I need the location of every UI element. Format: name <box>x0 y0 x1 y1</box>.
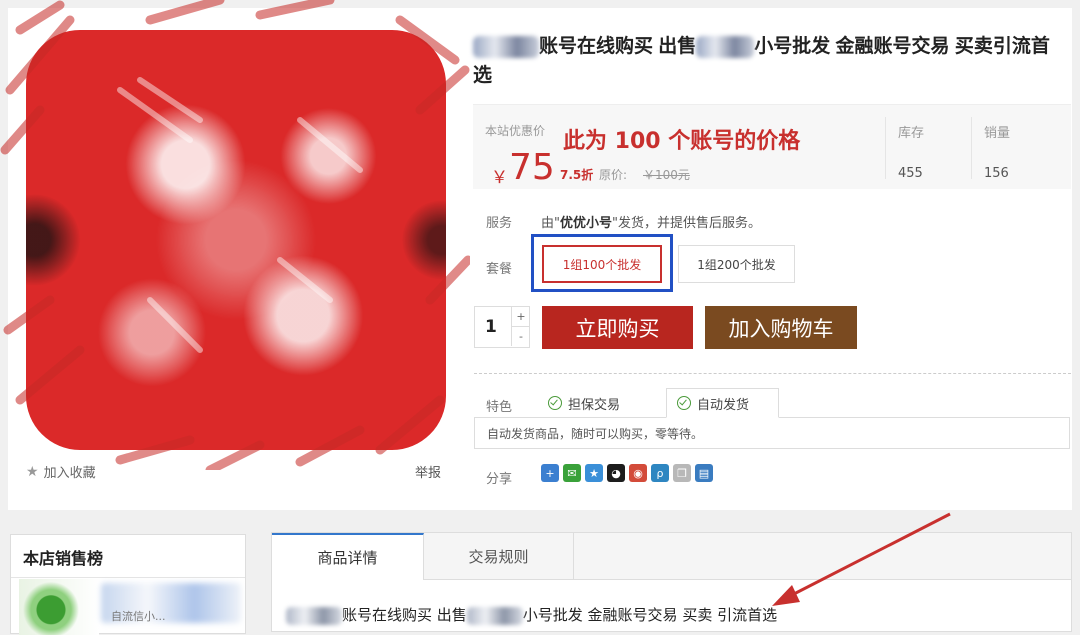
detail-title: 账号在线购买 出售 小号批发 金融账号交易 买卖 引流首选 <box>286 604 777 625</box>
feature-tab-auto-delivery[interactable]: 自动发货 <box>666 388 779 418</box>
star-icon: ★ <box>26 463 39 480</box>
features-label: 特色 <box>486 400 513 415</box>
price-label: 本站优惠价 <box>485 124 546 138</box>
service-text: 由"优优小号"发货，并提供售后服务。 <box>541 212 761 231</box>
print-icon[interactable]: ▤ <box>695 464 713 482</box>
share-label: 分享 <box>486 472 513 487</box>
detail-title-part-2: 小号批发 金融账号交易 买卖 引流首选 <box>522 606 778 624</box>
add-share-icon[interactable]: + <box>541 464 559 482</box>
redacted-text <box>286 606 342 625</box>
quantity-decrease-button[interactable]: - <box>511 327 530 346</box>
package-option-100[interactable]: 1组100个批发 <box>542 245 662 283</box>
sales-ranking-title: 本店销售榜 <box>23 549 104 568</box>
redacted-text <box>473 35 539 58</box>
quantity-value[interactable]: 1 <box>485 317 497 337</box>
redacted-text <box>466 606 523 625</box>
scribble-overlay <box>0 0 470 470</box>
service-label: 服务 <box>486 216 513 231</box>
product-title: 账号在线购买 出售 小号批发 金融账号交易 买卖引流首选 <box>473 32 1063 90</box>
qzone-icon[interactable]: ★ <box>585 464 603 482</box>
qq-icon[interactable]: ◕ <box>607 464 625 482</box>
share-icons: + ✉ ★ ◕ ◉ ρ ❐ ▤ <box>541 464 713 482</box>
add-to-cart-button[interactable]: 加入购物车 <box>705 306 857 349</box>
add-favorite-link[interactable]: ★ 加入收藏 <box>26 462 96 482</box>
redacted-text <box>696 35 755 58</box>
favorite-label: 加入收藏 <box>43 466 96 481</box>
feature-tab-label: 担保交易 <box>568 397 621 413</box>
service-suffix: "发货，并提供售后服务。 <box>612 216 761 231</box>
title-part-1: 账号在线购买 出售 <box>539 36 697 57</box>
tab-trade-rules[interactable]: 交易规则 <box>424 533 574 579</box>
divider <box>11 577 245 578</box>
price-box: 本站优惠价 此为 100 个账号的价格 ￥ 75 7.5折 原价: ￥100元 … <box>473 104 1071 189</box>
buy-now-button[interactable]: 立即购买 <box>542 306 693 349</box>
currency-symbol: ￥ <box>491 168 508 188</box>
service-prefix: 由" <box>541 216 560 231</box>
divider <box>971 117 972 179</box>
report-link[interactable]: 举报 <box>415 462 441 481</box>
detail-title-part-1: 账号在线购买 出售 <box>342 606 467 624</box>
sales-value: 156 <box>984 166 1009 181</box>
tab-product-details[interactable]: 商品详情 <box>272 533 424 580</box>
divider <box>885 117 886 179</box>
product-detail-panel: 商品详情 交易规则 账号在线购买 出售 小号批发 金融账号交易 买卖 引流首选 <box>271 532 1072 632</box>
stock-value: 455 <box>898 166 923 181</box>
original-price-label: 原价: <box>599 168 628 182</box>
quantity-increase-button[interactable]: + <box>511 307 530 327</box>
tencent-weibo-icon[interactable]: ρ <box>651 464 669 482</box>
divider <box>474 373 1071 374</box>
weibo-icon[interactable]: ◉ <box>629 464 647 482</box>
seller-name: 优优小号 <box>559 216 612 231</box>
feature-tab-guarantee[interactable]: 担保交易 <box>548 388 620 418</box>
check-icon <box>677 396 691 410</box>
copy-icon[interactable]: ❐ <box>673 464 691 482</box>
sales-ranking-panel: 本店销售榜 自流信小... <box>10 534 246 635</box>
sales-label: 销量 <box>984 126 1011 141</box>
feature-description: 自动发货商品，随时可以购买，零等待。 <box>474 417 1070 449</box>
discount-badge: 7.5折 <box>560 168 594 182</box>
feature-tab-label: 自动发货 <box>697 397 750 413</box>
detail-tab-bar: 商品详情 交易规则 <box>272 533 1071 580</box>
stock-label: 库存 <box>898 126 925 141</box>
original-price: ￥100元 <box>643 168 690 182</box>
package-label: 套餐 <box>486 262 513 277</box>
price-annotation: 此为 100 个账号的价格 <box>563 129 801 154</box>
check-icon <box>548 396 562 410</box>
ranking-item-title[interactable]: 自流信小... <box>111 608 166 624</box>
quantity-stepper[interactable]: 1 + - <box>474 306 530 348</box>
price-value: 75 <box>509 147 555 188</box>
package-option-200[interactable]: 1组200个批发 <box>678 245 795 283</box>
wechat-icon[interactable]: ✉ <box>563 464 581 482</box>
